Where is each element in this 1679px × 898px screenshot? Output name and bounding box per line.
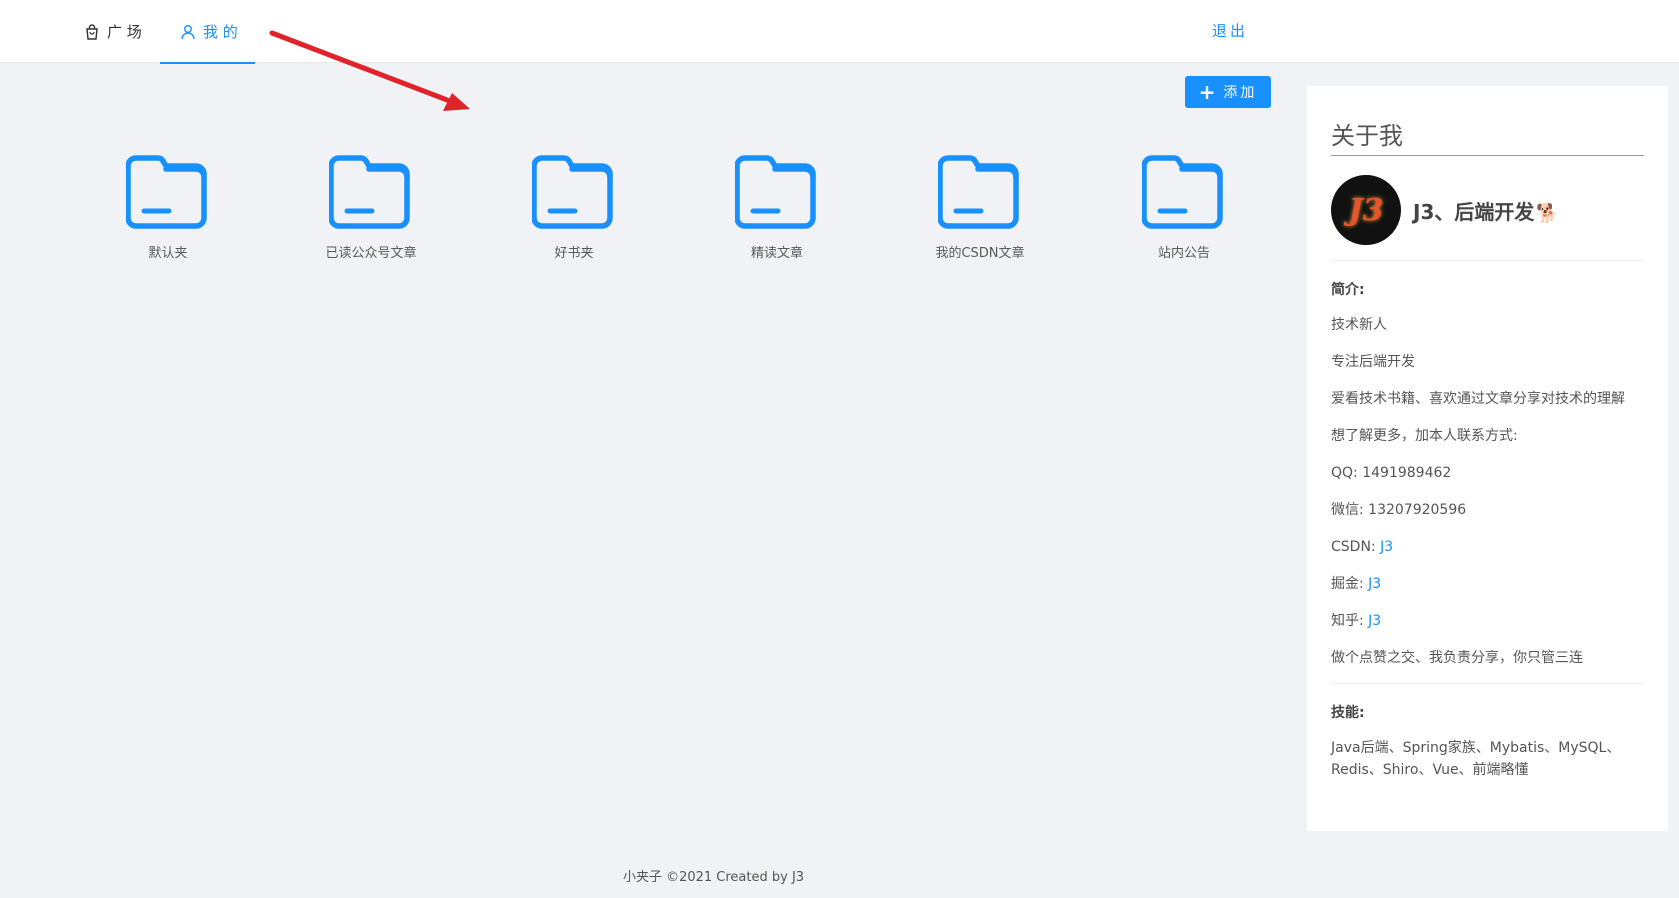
csdn-label: CSDN: bbox=[1331, 539, 1381, 555]
intro-line: 技术新人 bbox=[1331, 317, 1387, 333]
avatar: J3 bbox=[1331, 175, 1401, 245]
nickname: J3、后端开发 🐕 bbox=[1413, 196, 1559, 225]
folder-label: 精读文章 bbox=[750, 246, 803, 261]
wechat-line: 微信: 13207920596 bbox=[1331, 499, 1644, 521]
zhihu-link[interactable]: J3 bbox=[1368, 613, 1381, 629]
intro-line: 专注后端开发 bbox=[1331, 354, 1415, 370]
folder-item[interactable]: 已读公众号文章 bbox=[291, 152, 451, 267]
nav-tab-mine-label: 我 的 bbox=[203, 23, 238, 41]
divider bbox=[1331, 260, 1644, 261]
juejin-line: 掘金: J3 bbox=[1331, 573, 1644, 595]
intro-line: 爱看技术书籍、喜欢通过文章分享对技术的理解 bbox=[1331, 391, 1625, 407]
nickname-text: J3、后端开发 bbox=[1413, 199, 1535, 224]
dog-emoji-icon: 🐕 bbox=[1536, 202, 1559, 224]
folder-item[interactable]: 默认夹 bbox=[88, 152, 248, 267]
wechat-value: 13207920596 bbox=[1368, 502, 1467, 518]
top-nav-bar: 广 场 我 的 退出 bbox=[0, 0, 1679, 64]
folder-icon bbox=[532, 155, 613, 229]
closing-line: 做个点赞之交、我负责分享，你只管三连 bbox=[1331, 650, 1583, 666]
nav-tab-square[interactable]: 广 场 bbox=[84, 0, 146, 63]
profile-row: J3 J3、后端开发 🐕 bbox=[1331, 174, 1644, 246]
logout-button[interactable]: 退出 bbox=[1212, 20, 1248, 41]
csdn-line: CSDN: J3 bbox=[1331, 536, 1644, 558]
folder-icon bbox=[329, 155, 410, 229]
folder-label: 站内公告 bbox=[1157, 246, 1210, 261]
intro-line: 想了解更多，加本人联系方式: bbox=[1331, 428, 1518, 444]
folder-label: 默认夹 bbox=[148, 246, 188, 261]
folder-item[interactable]: 我的CSDN文章 bbox=[900, 152, 1060, 267]
divider bbox=[1331, 683, 1644, 684]
folder-label: 好书夹 bbox=[554, 246, 594, 261]
user-icon bbox=[181, 24, 195, 39]
wechat-label: 微信: bbox=[1331, 502, 1369, 518]
qq-value: 1491989462 bbox=[1362, 465, 1452, 481]
add-folder-button[interactable]: + 添加 bbox=[1185, 76, 1271, 108]
folder-label: 我的CSDN文章 bbox=[935, 246, 1025, 261]
plus-icon: + bbox=[1198, 80, 1216, 104]
red-arrow-annotation bbox=[269, 30, 470, 111]
qq-line: QQ: 1491989462 bbox=[1331, 462, 1644, 484]
qq-label: QQ: bbox=[1331, 465, 1363, 481]
intro-heading: 简介: bbox=[1331, 282, 1365, 298]
footer: 小夹子 ©2021 Created by J3 bbox=[622, 870, 805, 885]
folder-item[interactable]: 精读文章 bbox=[697, 152, 857, 267]
folder-icon bbox=[938, 155, 1019, 229]
skills-heading: 技能: bbox=[1331, 705, 1365, 721]
zhihu-line: 知乎: J3 bbox=[1331, 610, 1644, 632]
skills-text: Java后端、Spring家族、Mybatis、MySQL、Redis、Shir… bbox=[1331, 740, 1621, 778]
juejin-link[interactable]: J3 bbox=[1368, 576, 1381, 592]
folder-icon bbox=[735, 155, 816, 229]
zhihu-label: 知乎: bbox=[1331, 613, 1369, 629]
folder-icon bbox=[1142, 155, 1223, 229]
juejin-label: 掘金: bbox=[1331, 576, 1369, 592]
folder-item[interactable]: 站内公告 bbox=[1104, 152, 1264, 267]
folder-icon bbox=[126, 155, 207, 229]
folder-label: 已读公众号文章 bbox=[325, 246, 417, 261]
about-title: 关于我 bbox=[1331, 116, 1644, 156]
nav-tab-square-label: 广 场 bbox=[107, 23, 142, 41]
shopping-bag-icon bbox=[86, 23, 98, 40]
add-folder-label: 添加 bbox=[1223, 85, 1258, 101]
nav-tab-mine[interactable]: 我 的 bbox=[160, 0, 255, 64]
about-me-card: 关于我 J3 J3、后端开发 🐕 简介: 技术新人 专注后端开发 爱看技术书籍、喜… bbox=[1307, 86, 1668, 831]
csdn-link[interactable]: J3 bbox=[1380, 539, 1393, 555]
folder-item[interactable]: 好书夹 bbox=[494, 152, 654, 267]
